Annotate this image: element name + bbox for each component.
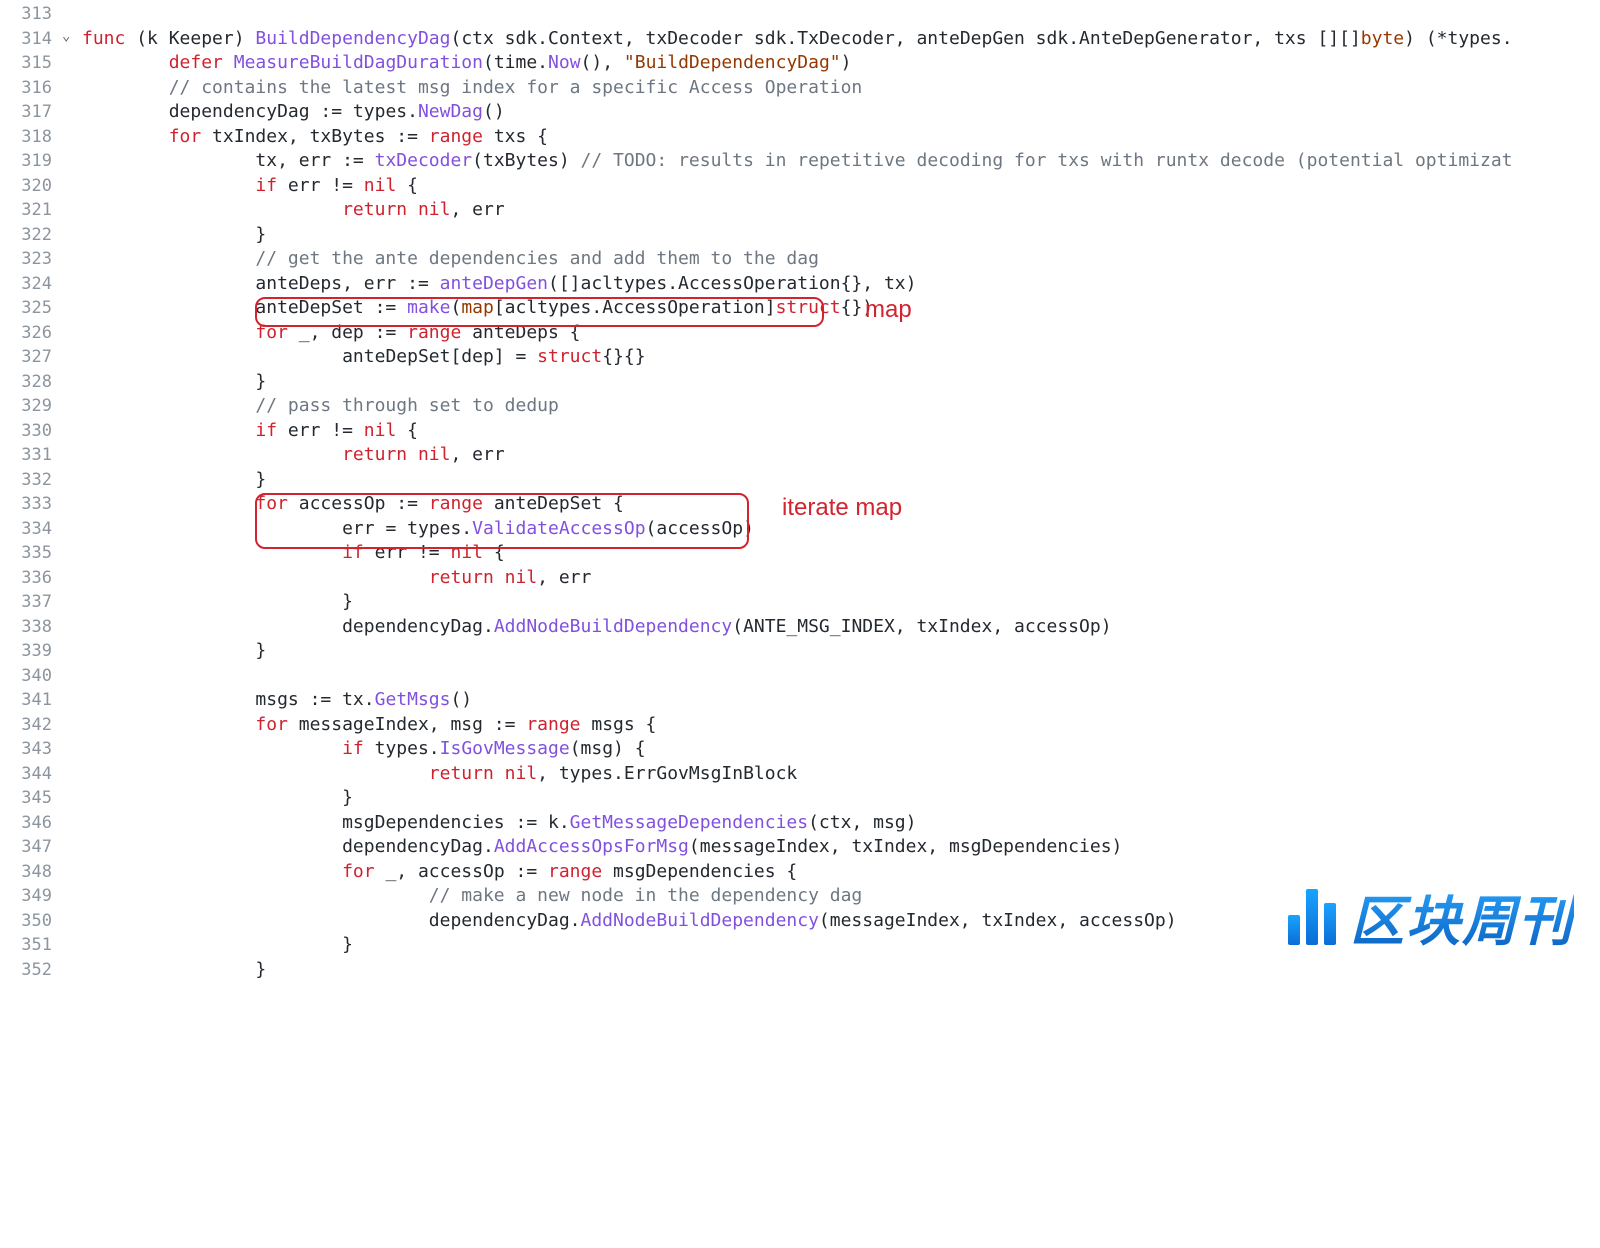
line-number: 323 (0, 247, 62, 272)
code-editor: 3133143153163173183193203213223233243253… (0, 0, 1600, 982)
annotation-map: map (865, 296, 912, 324)
code-line: return nil, types.ErrGovMsgInBlock (82, 762, 1600, 787)
line-number: 333 (0, 492, 62, 517)
code-line: } (82, 370, 1600, 395)
fold-chevron-icon[interactable]: ⌄ (62, 28, 70, 44)
line-number: 342 (0, 713, 62, 738)
watermark-text: 区块周刊 (1350, 877, 1574, 956)
line-number: 314 (0, 27, 62, 52)
line-number: 344 (0, 762, 62, 787)
code-line: } (82, 223, 1600, 248)
line-number: 351 (0, 933, 62, 958)
line-number: 350 (0, 909, 62, 934)
line-number: 327 (0, 345, 62, 370)
code-line: return nil, err (82, 443, 1600, 468)
code-line: anteDepSet[dep] = struct{}{} (82, 345, 1600, 370)
line-number: 317 (0, 100, 62, 125)
code-line: for _, dep := range anteDeps { (82, 321, 1600, 346)
code-line: if err != nil { (82, 541, 1600, 566)
code-line: msgDependencies := k.GetMessageDependenc… (82, 811, 1600, 836)
code-line: dependencyDag.AddNodeBuildDependency(ANT… (82, 615, 1600, 640)
code-line: // contains the latest msg index for a s… (82, 76, 1600, 101)
line-number: 316 (0, 76, 62, 101)
line-number: 346 (0, 811, 62, 836)
code-line: } (82, 786, 1600, 811)
code-area[interactable]: func (k Keeper) BuildDependencyDag(ctx s… (62, 0, 1600, 982)
code-line: dependencyDag := types.NewDag() (82, 100, 1600, 125)
code-line: return nil, err (82, 566, 1600, 591)
line-number: 326 (0, 321, 62, 346)
line-number: 332 (0, 468, 62, 493)
code-line: anteDeps, err := anteDepGen([]acltypes.A… (82, 272, 1600, 297)
code-line: func (k Keeper) BuildDependencyDag(ctx s… (82, 27, 1600, 52)
line-number: 315 (0, 51, 62, 76)
code-line: defer MeasureBuildDagDuration(time.Now()… (82, 51, 1600, 76)
line-number: 337 (0, 590, 62, 615)
line-number: 329 (0, 394, 62, 419)
line-number: 347 (0, 835, 62, 860)
line-number: 339 (0, 639, 62, 664)
code-line (82, 2, 1600, 27)
line-number: 340 (0, 664, 62, 689)
code-line: return nil, err (82, 198, 1600, 223)
line-number: 348 (0, 860, 62, 885)
line-number: 313 (0, 2, 62, 27)
code-line: } (82, 590, 1600, 615)
code-line: msgs := tx.GetMsgs() (82, 688, 1600, 713)
line-number: 349 (0, 884, 62, 909)
code-line: // get the ante dependencies and add the… (82, 247, 1600, 272)
code-line: anteDepSet := make(map[acltypes.AccessOp… (82, 296, 1600, 321)
line-number: 338 (0, 615, 62, 640)
annotation-iterate-map: iterate map (782, 494, 902, 522)
line-number: 331 (0, 443, 62, 468)
code-line: tx, err := txDecoder(txBytes) // TODO: r… (82, 149, 1600, 174)
code-line: } (82, 639, 1600, 664)
code-line: if err != nil { (82, 174, 1600, 199)
code-line: dependencyDag.AddAccessOpsForMsg(message… (82, 835, 1600, 860)
code-line: } (82, 468, 1600, 493)
code-line: } (82, 958, 1600, 983)
line-number: 330 (0, 419, 62, 444)
code-line: if err != nil { (82, 419, 1600, 444)
line-number: 334 (0, 517, 62, 542)
line-number: 322 (0, 223, 62, 248)
line-number: 321 (0, 198, 62, 223)
line-number: 318 (0, 125, 62, 150)
watermark-bars-icon (1288, 889, 1336, 945)
line-number: 335 (0, 541, 62, 566)
line-number: 341 (0, 688, 62, 713)
watermark: 区块周刊 (1288, 877, 1574, 956)
line-number: 345 (0, 786, 62, 811)
line-number: 324 (0, 272, 62, 297)
line-number: 352 (0, 958, 62, 983)
line-number: 336 (0, 566, 62, 591)
line-number-gutter: 3133143153163173183193203213223233243253… (0, 0, 62, 982)
code-line: // pass through set to dedup (82, 394, 1600, 419)
code-line (82, 664, 1600, 689)
line-number: 319 (0, 149, 62, 174)
code-line: for messageIndex, msg := range msgs { (82, 713, 1600, 738)
line-number: 343 (0, 737, 62, 762)
line-number: 320 (0, 174, 62, 199)
line-number: 328 (0, 370, 62, 395)
code-line: if types.IsGovMessage(msg) { (82, 737, 1600, 762)
line-number: 325 (0, 296, 62, 321)
code-line: for txIndex, txBytes := range txs { (82, 125, 1600, 150)
